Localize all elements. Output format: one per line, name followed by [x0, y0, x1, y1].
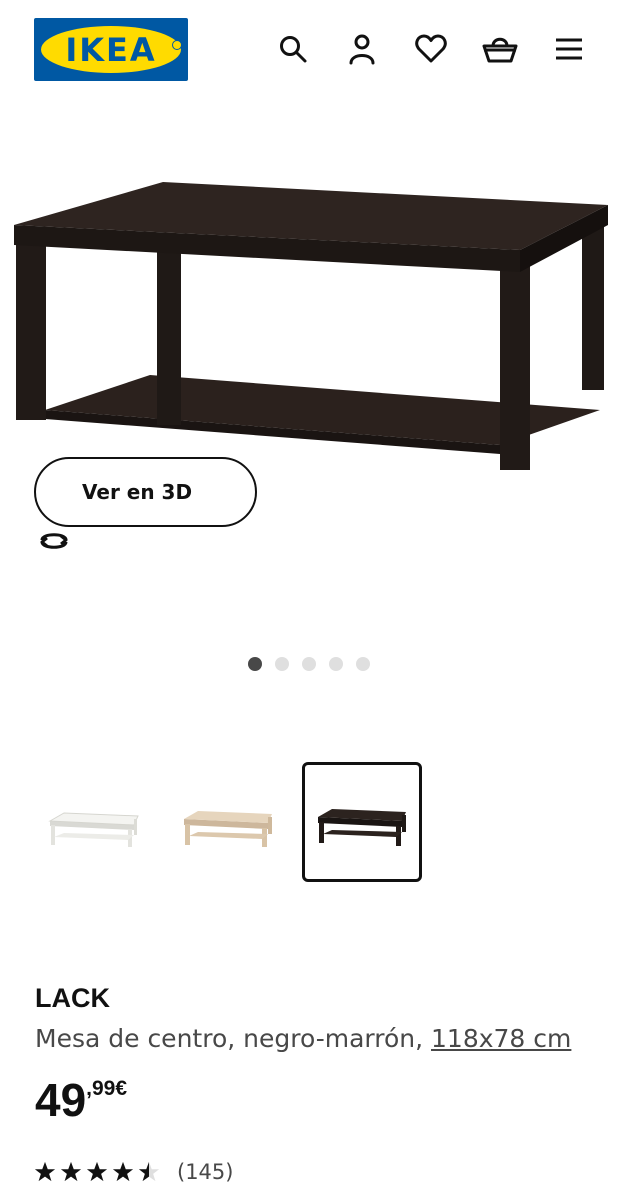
oak-table-image	[184, 811, 272, 847]
carousel-dot[interactable]	[356, 657, 370, 671]
star-full-icon	[112, 1161, 134, 1182]
rotate-3d-icon	[40, 533, 68, 549]
variant-thumbnail-black-brown[interactable]	[302, 762, 422, 882]
price-integer: 49	[35, 1074, 87, 1126]
menu-icon[interactable]	[551, 30, 587, 68]
rating-stars	[34, 1161, 160, 1183]
view-3d-button[interactable]: Ver en 3D	[34, 457, 257, 549]
carousel-dot[interactable]	[248, 657, 262, 671]
price-decimal: ,99€	[86, 1077, 128, 1100]
registered-mark	[172, 40, 182, 50]
star-full-icon	[60, 1161, 82, 1182]
star-full-icon	[34, 1161, 56, 1182]
star-half-icon	[138, 1161, 160, 1182]
carousel-dot[interactable]	[275, 657, 289, 671]
white-table-image	[48, 812, 139, 847]
star-full-icon	[86, 1161, 108, 1182]
carousel-dot[interactable]	[329, 657, 343, 671]
user-icon[interactable]	[344, 30, 380, 68]
coffee-table-image	[14, 182, 608, 470]
variant-thumbnail-white[interactable]	[34, 762, 154, 882]
variant-thumbnails	[34, 762, 422, 882]
product-name: LACK	[35, 983, 110, 1013]
logo-text: IKEA	[65, 30, 157, 69]
product-rating[interactable]: (145)	[34, 1160, 233, 1184]
product-price: 49 ,99€	[35, 1075, 127, 1125]
black-brown-table-image	[318, 809, 406, 846]
basket-icon[interactable]	[482, 30, 518, 68]
product-description: Mesa de centro, negro-marrón, 118x78 cm	[35, 1024, 571, 1053]
variant-thumbnail-oak[interactable]	[168, 762, 288, 882]
ikea-logo[interactable]: IKEA	[34, 18, 188, 81]
product-description-text: Mesa de centro, negro-marrón,	[35, 1024, 424, 1053]
carousel-indicators	[248, 657, 370, 671]
site-header: IKEA	[0, 0, 621, 100]
carousel-dot[interactable]	[302, 657, 316, 671]
view-3d-label: Ver en 3D	[82, 480, 193, 504]
review-count: (145)	[177, 1160, 234, 1184]
product-gallery[interactable]: Ver en 3D	[0, 100, 621, 660]
search-icon[interactable]	[275, 30, 311, 68]
product-size-link[interactable]: 118x78 cm	[431, 1024, 571, 1053]
heart-icon[interactable]	[413, 30, 449, 68]
